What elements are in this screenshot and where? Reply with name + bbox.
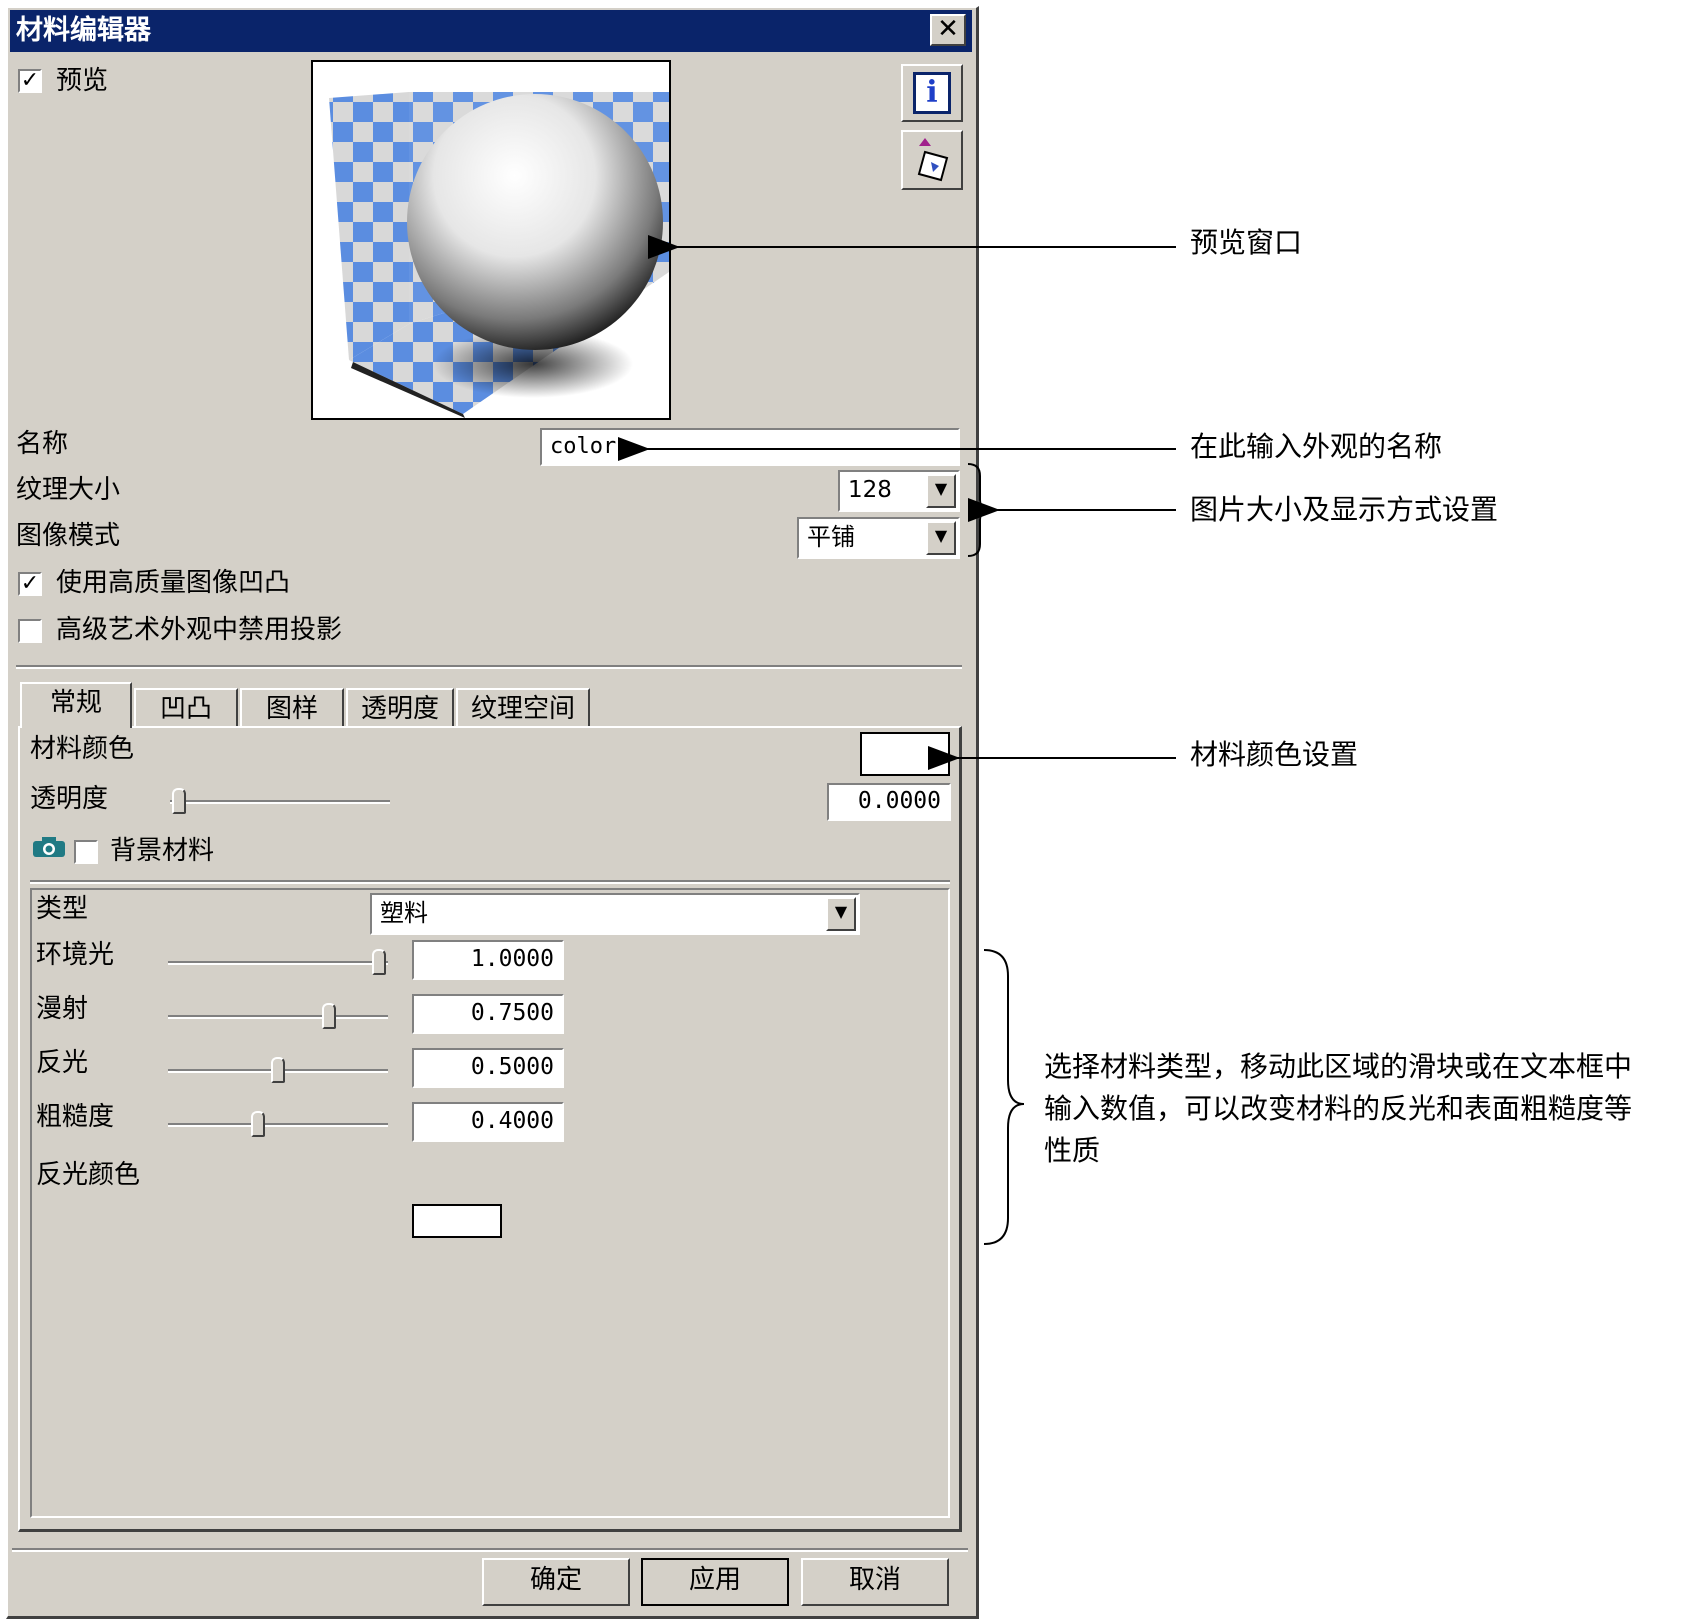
annotation-material-type-line3: 性质 bbox=[1044, 1134, 1101, 1167]
annotation-image-settings: 图片大小及显示方式设置 bbox=[1190, 493, 1499, 526]
annotation-material-color: 材料颜色设置 bbox=[1190, 738, 1359, 771]
annotation-material-type-line2: 输入数值，可以改变材料的反光和表面粗糙度等 bbox=[1044, 1092, 1633, 1125]
image-settings-bracket bbox=[967, 463, 993, 557]
annotation-name-input: 在此输入外观的名称 bbox=[1190, 430, 1443, 463]
tab-general[interactable]: 常规 bbox=[20, 682, 132, 728]
annotation-callouts bbox=[618, 235, 1176, 1245]
annotation-preview-window: 预览窗口 bbox=[1190, 226, 1303, 259]
material-type-bracket bbox=[983, 949, 1025, 1245]
annotation-material-type-line1: 选择材料类型，移动此区域的滑块或在文本框中 bbox=[1044, 1050, 1633, 1083]
